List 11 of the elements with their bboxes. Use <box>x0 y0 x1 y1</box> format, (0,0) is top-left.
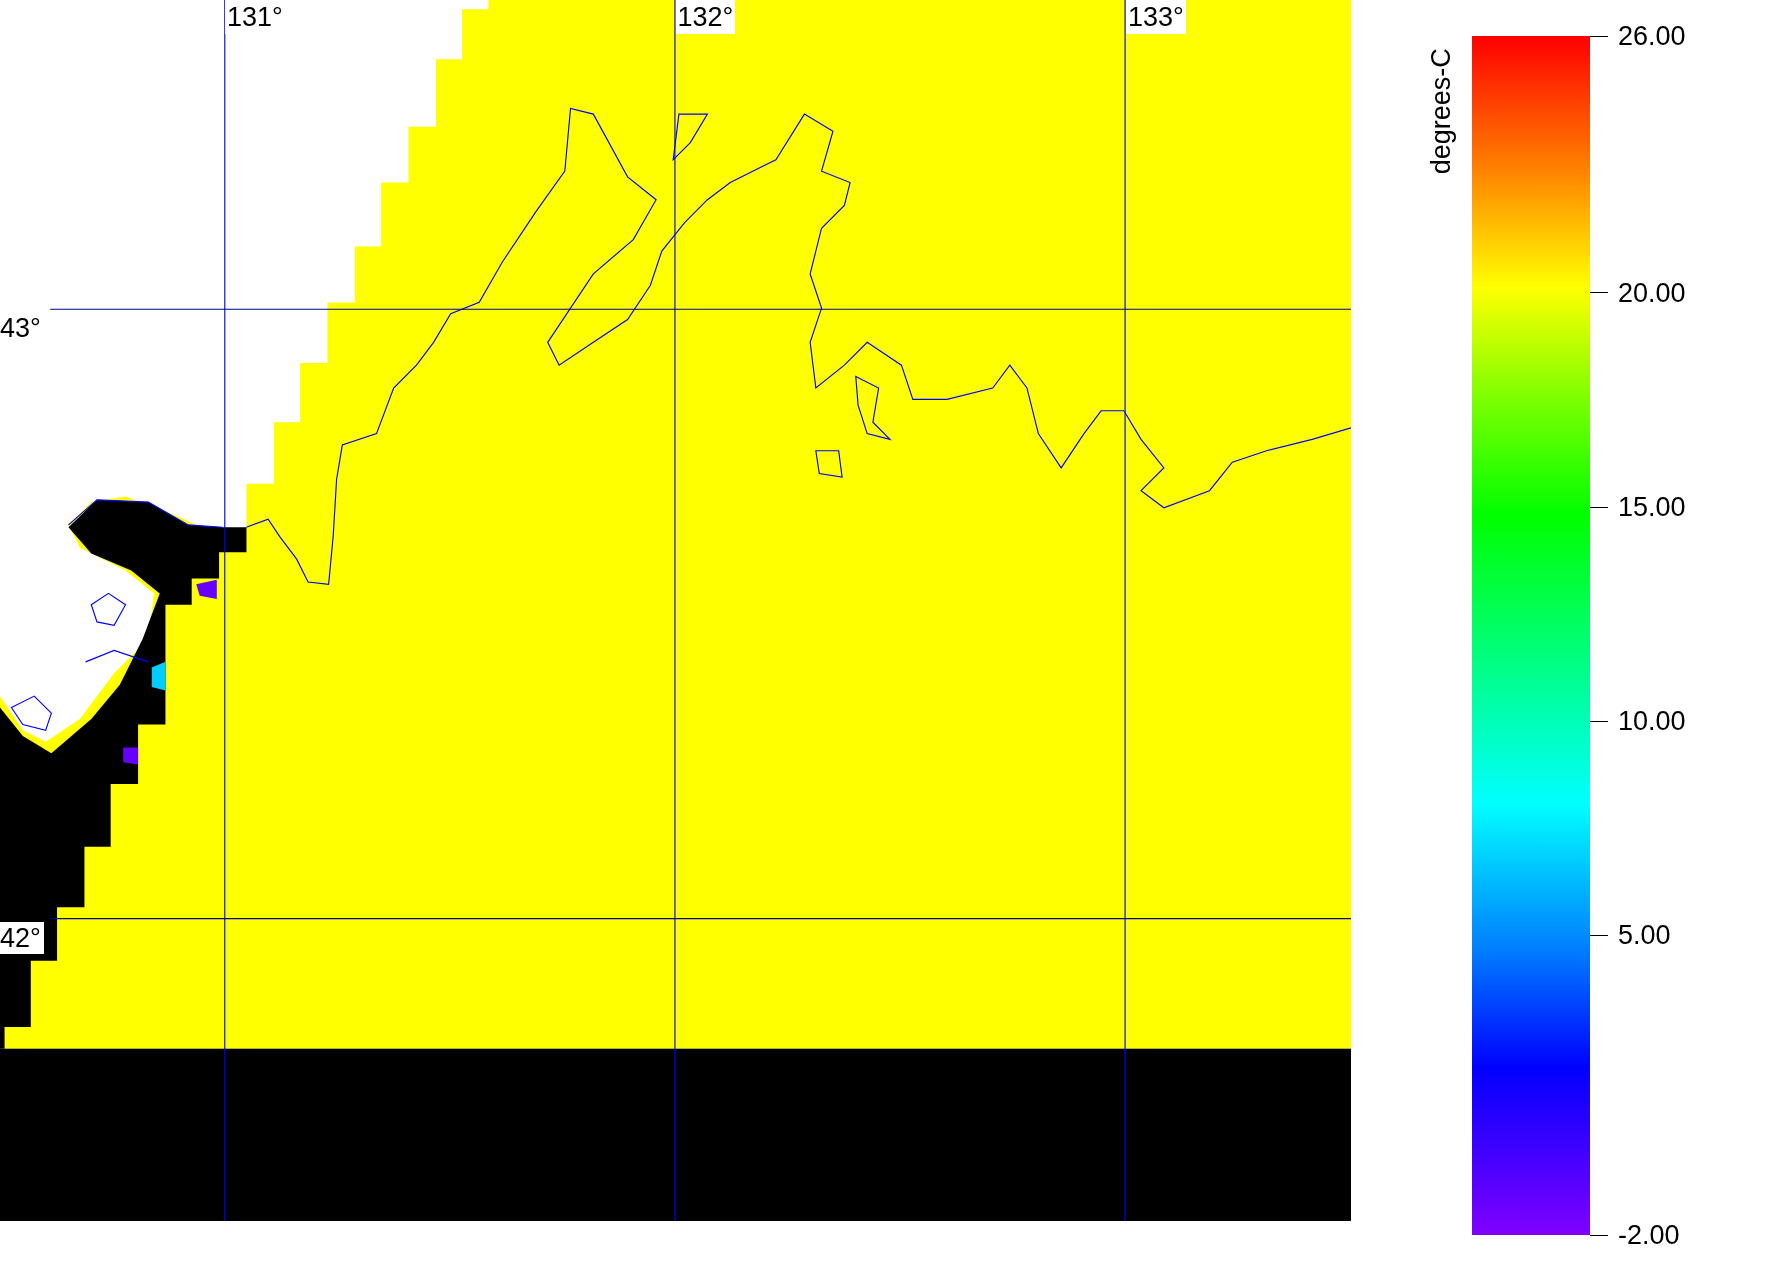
colorbar-tick-label: 5.00 <box>1618 919 1671 953</box>
colorbar-tick-label: 15.00 <box>1618 491 1686 525</box>
colorbar-tick-label: 20.00 <box>1618 276 1686 310</box>
longitude-label: 132° <box>675 0 736 34</box>
longitude-label: 133° <box>1126 0 1186 34</box>
longitude-label: 131° <box>225 0 285 34</box>
colorbar-title: degrees-C <box>1426 46 1456 177</box>
colorbar-tick-label: -2.00 <box>1618 1219 1680 1252</box>
colorbar-tick-label: 10.00 <box>1618 705 1686 739</box>
colorbar-tick-label: 26.00 <box>1618 20 1686 53</box>
latitude-label: 42° <box>0 922 44 954</box>
